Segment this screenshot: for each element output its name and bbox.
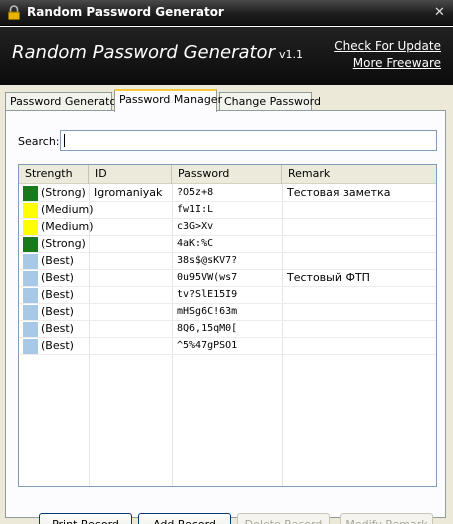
column-header-strength[interactable]: Strength	[19, 165, 89, 184]
table-row[interactable]: (Medium) fw1I:L	[19, 202, 436, 219]
window-title: Random Password Generator	[27, 5, 224, 19]
search-input[interactable]	[60, 130, 437, 151]
table-row[interactable]: (Strong) Igromaniyak ?O5z+8 Тестовая заметк…	[19, 185, 436, 202]
strength-color-swatch	[23, 271, 38, 286]
table-row[interactable]: (Strong) 4aK:%C	[19, 236, 436, 253]
strength-color-swatch	[23, 186, 38, 201]
column-header-id[interactable]: ID	[89, 165, 172, 184]
strength-cell: (Best)	[41, 339, 74, 352]
strength-cell: (Best)	[41, 305, 74, 318]
id-cell: Igromaniyak	[94, 186, 163, 199]
strength-cell: (Medium)	[41, 203, 94, 216]
strength-cell: (Medium)	[41, 220, 94, 233]
app-name: Random Password Generator	[12, 42, 275, 63]
password-cell: ^5%47gPSO1	[177, 340, 238, 351]
password-table[interactable]: Strength ID Password Remark (Strong) Igro…	[18, 164, 437, 487]
modify-remark-button[interactable]: Modify Remark	[340, 513, 433, 524]
password-cell: 8Q6,15qM0[	[177, 323, 238, 334]
table-row[interactable]: (Best) 8Q6,15qM0[	[19, 321, 436, 338]
strength-color-swatch	[23, 254, 38, 269]
strength-color-swatch	[23, 339, 38, 354]
remark-cell: Тестовая заметка	[287, 186, 391, 199]
password-cell: ?O5z+8	[177, 187, 214, 198]
password-cell: 38s$@sKV7?	[177, 255, 238, 266]
table-row[interactable]: (Best) mHSg6C!63m	[19, 304, 436, 321]
tab-password-generator[interactable]: Password Generator	[5, 92, 121, 111]
strength-color-swatch	[23, 203, 38, 218]
column-header-password[interactable]: Password	[172, 165, 282, 184]
password-cell: 4aK:%C	[177, 238, 214, 249]
print-record-button[interactable]: Print Record	[39, 513, 132, 524]
strength-color-swatch	[23, 305, 38, 320]
table-row[interactable]: (Best) ^5%47gPSO1	[19, 338, 436, 355]
strength-color-swatch	[23, 237, 38, 252]
strength-cell: (Best)	[41, 254, 74, 267]
strength-cell: (Strong)	[41, 186, 86, 199]
lock-icon	[8, 5, 20, 20]
delete-record-button[interactable]: Delete Record	[237, 513, 330, 524]
password-cell: fw1I:L	[177, 204, 214, 215]
password-cell: tv?SlE15I9	[177, 289, 238, 300]
table-row[interactable]: (Medium) c3G>Xv	[19, 219, 436, 236]
tab-change-password[interactable]: Change Password	[219, 92, 321, 111]
window-titlebar: Random Password Generator ✕	[0, 0, 453, 26]
client-area: Password Generator Password Manager Chan…	[0, 85, 453, 524]
strength-cell: (Strong)	[41, 237, 86, 250]
close-icon[interactable]: ✕	[431, 5, 448, 21]
more-freeware-link[interactable]: More Freeware	[353, 56, 441, 70]
strength-color-swatch	[23, 220, 38, 235]
strength-color-swatch	[23, 288, 38, 303]
strength-color-swatch	[23, 322, 38, 337]
check-for-update-link[interactable]: Check For Update	[334, 39, 441, 53]
password-cell: c3G>Xv	[177, 221, 214, 232]
app-header: Random Password Generator v1.1 Check For …	[0, 27, 453, 85]
strength-cell: (Best)	[41, 322, 74, 335]
app-version: v1.1	[278, 48, 303, 61]
password-cell: mHSg6C!63m	[177, 306, 238, 317]
remark-cell: Тестовый ФТП	[287, 271, 370, 284]
table-header: Strength ID Password Remark	[19, 165, 436, 184]
search-label: Search:	[18, 135, 60, 148]
strength-cell: (Best)	[41, 271, 74, 284]
table-row[interactable]: (Best) 38s$@sKV7?	[19, 253, 436, 270]
column-header-remark[interactable]: Remark	[282, 165, 436, 184]
table-row[interactable]: (Best) tv?SlE15I9	[19, 287, 436, 304]
table-row[interactable]: (Best) 0u95VW(ws7 Тестовый ФТП	[19, 270, 436, 287]
tab-password-manager[interactable]: Password Manager	[114, 89, 222, 112]
add-record-button[interactable]: Add Record	[138, 513, 231, 524]
strength-cell: (Best)	[41, 288, 74, 301]
text-caret	[64, 134, 65, 147]
password-manager-page: Search: Strength ID Password Remark (Str…	[5, 110, 446, 524]
password-cell: 0u95VW(ws7	[177, 272, 238, 283]
